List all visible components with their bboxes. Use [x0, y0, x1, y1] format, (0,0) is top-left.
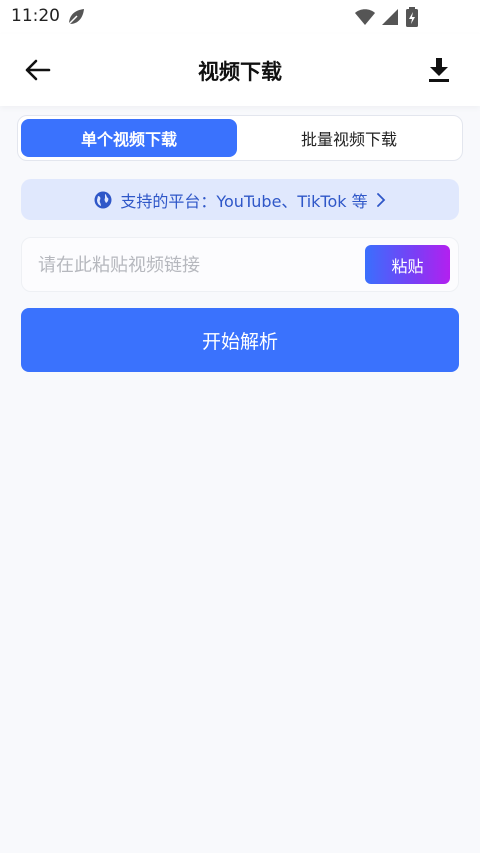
video-link-input[interactable] [36, 238, 360, 293]
globe-icon [94, 191, 112, 208]
banner-text: 支持的平台：YouTube、TikTok 等 [120, 191, 368, 211]
download-icon [429, 58, 449, 82]
app-header: 视频下载 [0, 34, 480, 106]
link-input-container: 粘贴 [21, 237, 459, 293]
page-title: 视频下载 [198, 60, 282, 84]
status-bar: 11:20 [0, 0, 480, 34]
supported-platforms-banner[interactable]: 支持的平台：YouTube、TikTok 等 [21, 179, 459, 220]
tab-single-download[interactable]: 单个视频下载 [21, 119, 237, 157]
tab-batch-download[interactable]: 批量视频下载 [241, 119, 457, 157]
paste-button[interactable]: 粘贴 [365, 245, 450, 284]
start-parse-button[interactable]: 开始解析 [21, 308, 459, 372]
download-mode-tabs: 单个视频下载 批量视频下载 [17, 115, 463, 161]
leaf-icon [66, 7, 86, 27]
status-time: 11:20 [11, 6, 60, 26]
downloads-button[interactable] [422, 54, 456, 86]
chevron-right-icon [376, 192, 385, 207]
